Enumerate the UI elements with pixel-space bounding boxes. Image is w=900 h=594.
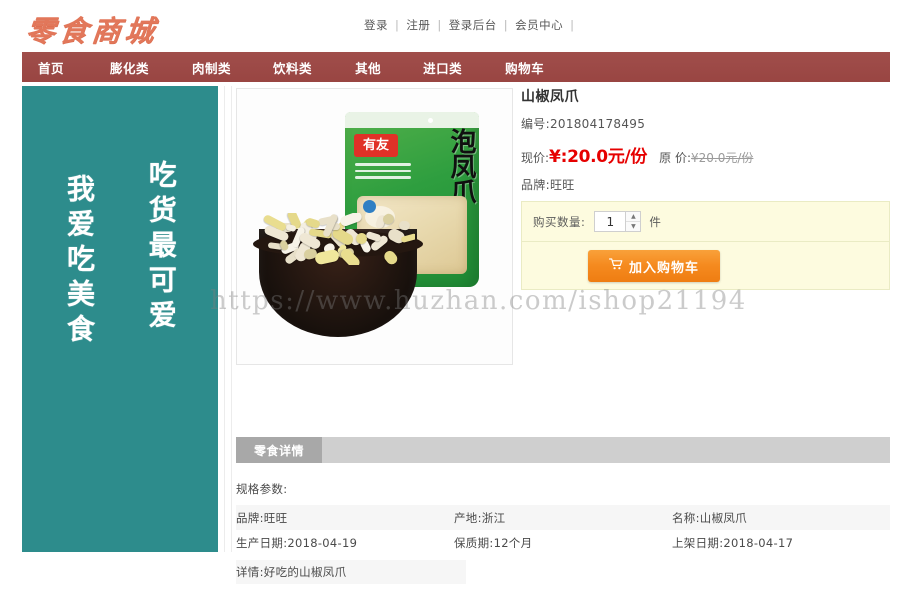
- main-nav: 首页 膨化类 肉制类 饮料类 其他 进口类 购物车: [22, 52, 890, 82]
- price-original: ¥20.0元/份: [691, 151, 754, 165]
- top-links: 登录 | 注册 | 登录后台 | 会员中心 |: [363, 17, 581, 33]
- site-header: 零食商城 登录 | 注册 | 登录后台 | 会员中心 |: [0, 0, 900, 52]
- product-info: 山椒凤爪 编号:201804178495 现价:¥:20.0元/份原 价:¥20…: [521, 88, 893, 219]
- package-seal-dot: [363, 200, 376, 213]
- table-row: 生产日期:2018-04-19 保质期:12个月 上架日期:2018-04-17: [236, 530, 890, 555]
- package-top-seal: [345, 112, 479, 128]
- spec-cell-shelf-life: 保质期:12个月: [454, 535, 533, 550]
- product-code: 编号:201804178495: [521, 117, 646, 131]
- spec-cell-brand: 品牌:旺旺: [236, 510, 288, 525]
- side-banner-text-left: 我爱吃美食: [63, 174, 96, 349]
- link-member-center[interactable]: 会员中心: [514, 18, 564, 32]
- link-separator-2: |: [437, 18, 442, 32]
- spec-cell-origin: 产地:浙江: [454, 510, 506, 525]
- nav-drinks[interactable]: 饮料类: [267, 58, 318, 77]
- purchase-panel: 购买数量: ▲ ▼ 件 加入购物车: [521, 201, 890, 290]
- tab-snack-detail[interactable]: 零食详情: [236, 437, 322, 463]
- product-detail-page: 零食商城 登录 | 注册 | 登录后台 | 会员中心 | 首页 膨化类 肉制类 饮料类 其他 …: [0, 0, 900, 594]
- side-banner-text-right: 吃货最可爱: [144, 160, 178, 335]
- table-row: 品牌:旺旺 产地:浙江 名称:山椒凤爪: [236, 505, 890, 530]
- link-admin-login[interactable]: 登录后台: [448, 18, 498, 32]
- product-title: 山椒凤爪: [521, 89, 579, 105]
- nav-cart[interactable]: 购物车: [499, 58, 550, 77]
- nav-other[interactable]: 其他: [349, 58, 387, 77]
- stepper-down-icon[interactable]: ▼: [626, 222, 640, 231]
- chicken-feet-graphic: [263, 213, 415, 265]
- side-banner-text-columns: 我爱吃美食 吃货最可爱: [22, 160, 218, 349]
- product-price-row: 现价:¥:20.0元/份原 价:¥20.0元/份: [521, 142, 893, 167]
- spec-cell-listing-date: 上架日期:2018-04-17: [672, 535, 794, 550]
- nav-list: 首页 膨化类 肉制类 饮料类 其他 进口类 购物车: [22, 52, 890, 82]
- spec-description: 详情:好吃的山椒凤爪: [236, 560, 466, 584]
- spec-table: 品牌:旺旺 产地:浙江 名称:山椒凤爪 生产日期:2018-04-19 保质期:…: [236, 505, 890, 555]
- quantity-unit: 件: [649, 214, 661, 229]
- link-register[interactable]: 注册: [405, 18, 431, 32]
- link-separator-4: |: [570, 18, 575, 32]
- spec-cell-name: 名称:山椒凤爪: [672, 510, 747, 525]
- package-brand-label: 有友: [354, 134, 398, 157]
- product-brand: 品牌:旺旺: [521, 178, 575, 192]
- site-logo[interactable]: 零食商城: [24, 8, 160, 50]
- quantity-input[interactable]: [594, 211, 627, 232]
- product-image-box[interactable]: 有友 泡凤爪: [236, 88, 513, 365]
- price-label: 现价:: [521, 151, 550, 165]
- column-divider-2: [231, 86, 232, 552]
- price-current: ¥:20.0元/份: [549, 147, 648, 167]
- price-old-label: 原 价:: [659, 151, 691, 165]
- nav-meat[interactable]: 肉制类: [186, 58, 237, 77]
- add-to-cart-label: 加入购物车: [628, 260, 699, 276]
- link-separator-3: |: [503, 18, 509, 32]
- spec-cell-production-date: 生产日期:2018-04-19: [236, 535, 358, 550]
- cart-icon: [608, 258, 623, 274]
- nav-puffed[interactable]: 膨化类: [104, 58, 155, 77]
- add-to-cart-button[interactable]: 加入购物车: [588, 250, 720, 282]
- quantity-stepper[interactable]: ▲ ▼: [626, 211, 642, 232]
- nav-home[interactable]: 首页: [32, 58, 70, 77]
- spec-title: 规格参数:: [236, 482, 288, 496]
- detail-tab-bar: 零食详情: [236, 437, 890, 463]
- package-text-lines: [355, 163, 411, 183]
- column-divider-1: [224, 86, 225, 552]
- nav-imported[interactable]: 进口类: [417, 58, 468, 77]
- quantity-row: 购买数量: ▲ ▼ 件: [522, 202, 889, 242]
- link-separator-1: |: [395, 18, 400, 32]
- side-banner: 我爱吃美食 吃货最可爱: [22, 86, 218, 552]
- quantity-label: 购买数量:: [533, 214, 586, 229]
- product-photo: 有友 泡凤爪: [237, 89, 512, 364]
- link-login[interactable]: 登录: [363, 18, 389, 32]
- stepper-up-icon[interactable]: ▲: [626, 212, 641, 222]
